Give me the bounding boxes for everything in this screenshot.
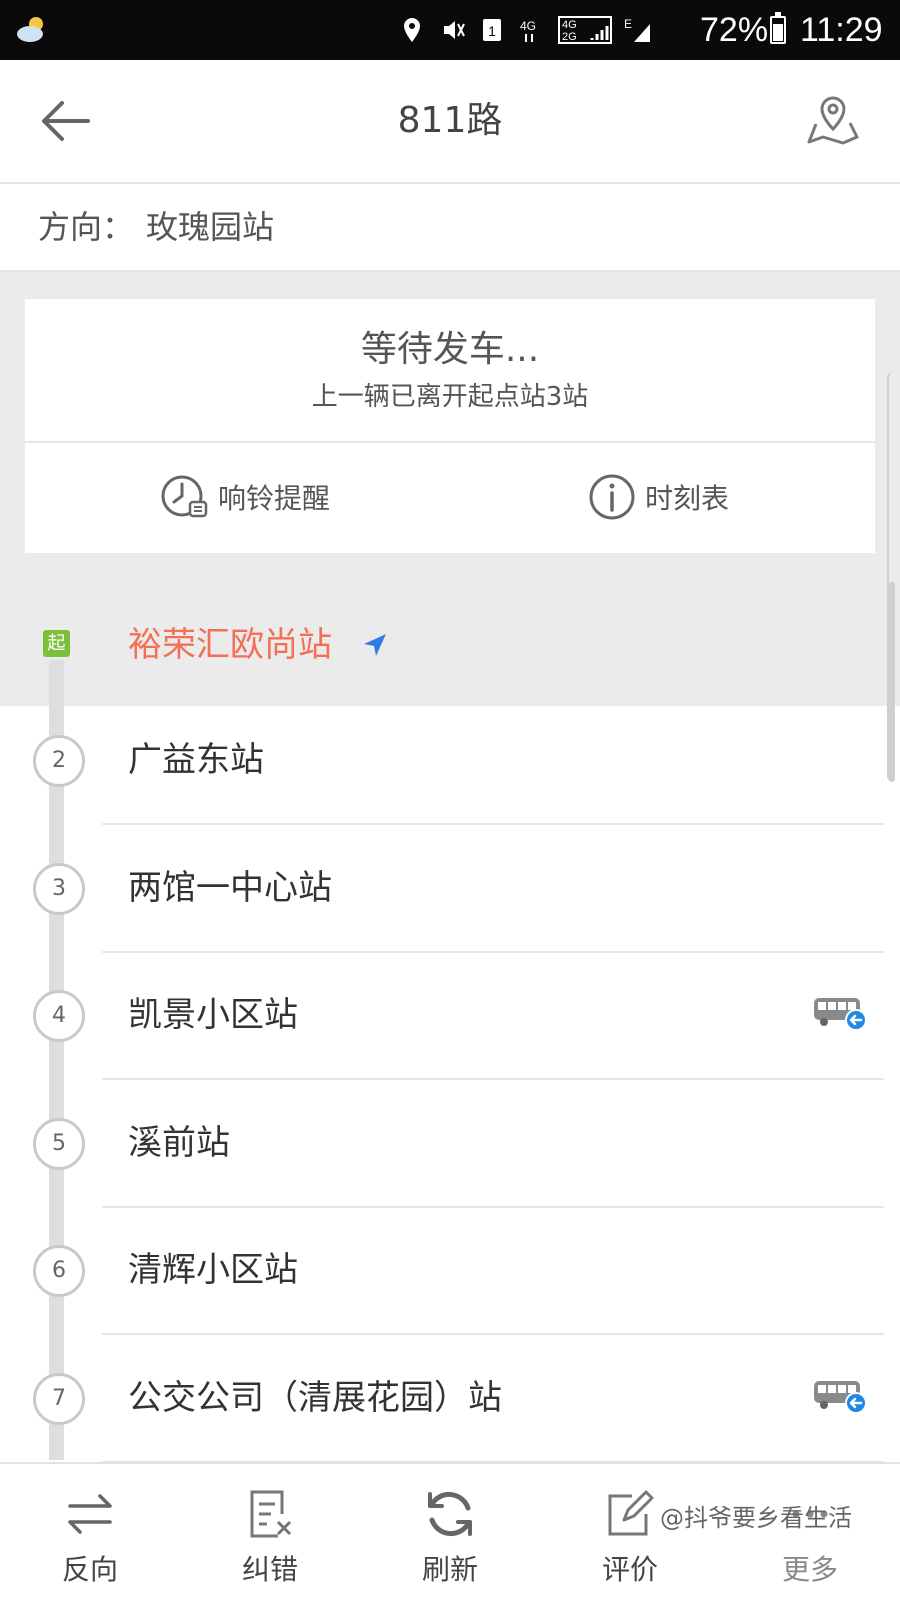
direction-destination: 玫瑰园站 bbox=[146, 208, 275, 246]
page-title: 811路 bbox=[397, 100, 503, 141]
direction-label: 方向： bbox=[38, 208, 135, 246]
arriving-bus-icon bbox=[814, 998, 867, 1031]
clock: 11:29 bbox=[800, 11, 883, 49]
svg-text:4G: 4G bbox=[562, 19, 577, 31]
station-name: 凯景小区站 bbox=[128, 995, 298, 1035]
timetable-label: 时刻表 bbox=[645, 482, 730, 515]
station-row[interactable]: 7 公交公司（清展花园）站 bbox=[0, 1333, 900, 1463]
station-number: 4 bbox=[33, 990, 85, 1042]
waiting-status: 等待发车... bbox=[360, 329, 540, 370]
alarm-clock-icon bbox=[161, 475, 208, 518]
swap-icon bbox=[68, 1494, 112, 1534]
reverse-label: 反向 bbox=[61, 1553, 118, 1586]
station-number: 2 bbox=[33, 735, 85, 787]
signal-e-icon: E bbox=[624, 17, 650, 42]
start-station-badge: 起 bbox=[43, 630, 70, 657]
station-row[interactable]: 3 两馆一中心站 bbox=[0, 823, 900, 953]
info-icon bbox=[589, 474, 635, 520]
station-name: 两馆一中心站 bbox=[128, 867, 332, 908]
station-row[interactable]: 4 凯景小区站 bbox=[0, 950, 900, 1080]
station-row[interactable]: 5 溪前站 bbox=[0, 1078, 900, 1208]
station-name: 广益东站 bbox=[128, 740, 264, 780]
station-row[interactable]: 6 清辉小区站 bbox=[0, 1205, 900, 1335]
sim-card-icon: 1 bbox=[483, 19, 501, 41]
report-error-button[interactable]: 纠错 bbox=[180, 1464, 360, 1601]
app-header: 811路 bbox=[0, 60, 900, 184]
timetable-button[interactable]: 时刻表 bbox=[587, 469, 729, 525]
correction-label: 纠错 bbox=[241, 1553, 298, 1586]
network-4g-icon: 4G bbox=[520, 19, 536, 42]
station-number: 6 bbox=[33, 1245, 85, 1297]
ring-reminder-button[interactable]: 响铃提醒 bbox=[160, 469, 330, 525]
bus-status-card: 等待发车... 上一辆已离开起点站3站 响铃提醒 时刻表 bbox=[25, 299, 875, 553]
svg-text:1: 1 bbox=[488, 23, 496, 39]
previous-bus-info: 上一辆已离开起点站3站 bbox=[311, 382, 589, 412]
more-label: 更多 bbox=[781, 1553, 838, 1586]
station-name: 清辉小区站 bbox=[128, 1250, 298, 1290]
signal-4g-2g-icon: 4G2G bbox=[558, 16, 612, 44]
edit-icon bbox=[608, 1490, 654, 1536]
station-row[interactable]: 2 广益东站 bbox=[0, 695, 900, 825]
ring-reminder-label: 响铃提醒 bbox=[218, 482, 331, 515]
arriving-bus-icon bbox=[814, 1380, 867, 1414]
card-divider bbox=[25, 441, 875, 443]
refresh-icon bbox=[428, 1491, 472, 1537]
reverse-direction-button[interactable]: 反向 bbox=[0, 1464, 180, 1601]
battery-icon bbox=[770, 12, 786, 44]
station-number: 7 bbox=[33, 1372, 85, 1425]
station-name: 公交公司（清展花园）站 bbox=[128, 1377, 502, 1418]
svg-text:2G: 2G bbox=[562, 31, 577, 43]
weather-cloudy-icon bbox=[17, 17, 43, 42]
station-number: 3 bbox=[33, 862, 85, 915]
station-name: 溪前站 bbox=[128, 1122, 230, 1163]
rate-label: 评价 bbox=[601, 1553, 658, 1586]
refresh-label: 刷新 bbox=[421, 1553, 478, 1586]
correction-icon bbox=[250, 1490, 292, 1538]
route-map-icon[interactable] bbox=[806, 92, 860, 148]
status-bar: 1 4G 4G 2G E 72% 11:29 bbox=[0, 0, 900, 60]
start-station-name[interactable]: 裕荣汇欧尚站 bbox=[128, 620, 332, 670]
watermark: @抖爷要乡看生活 bbox=[660, 1504, 852, 1532]
svg-text:4G: 4G bbox=[520, 19, 536, 33]
location-icon bbox=[404, 18, 420, 42]
status-icons: 1 4G 4G 2G E bbox=[398, 10, 652, 50]
battery-percent: 72% bbox=[700, 11, 769, 49]
refresh-button[interactable]: 刷新 bbox=[360, 1464, 540, 1601]
direction-bar: 方向： 玫瑰园站 bbox=[0, 184, 900, 272]
station-number: 5 bbox=[33, 1117, 85, 1170]
vibrate-mute-icon bbox=[444, 21, 465, 39]
current-location-icon bbox=[364, 634, 386, 656]
svg-text:E: E bbox=[624, 17, 632, 31]
